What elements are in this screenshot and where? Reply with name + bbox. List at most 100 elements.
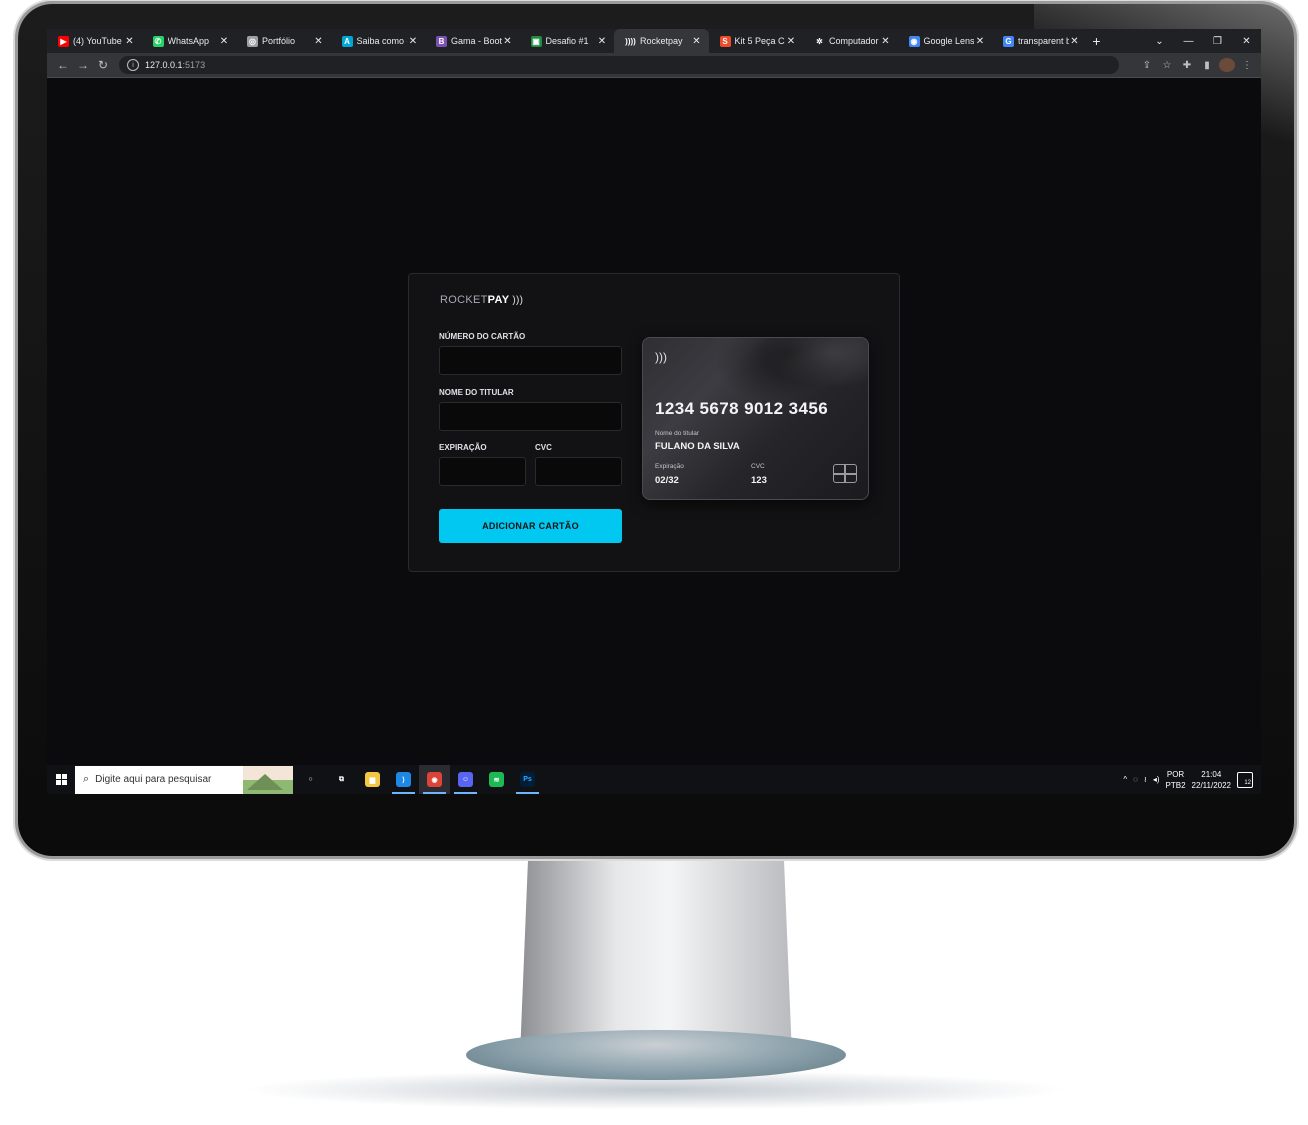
youtube-icon: ▶ [58, 35, 69, 47]
file-explorer-icon: ▆ [365, 772, 380, 787]
browser-tab[interactable]: ASaiba como cria✕ [331, 29, 426, 53]
tab-close-icon[interactable]: ✕ [124, 36, 136, 47]
bookmark-star-icon[interactable]: ☆ [1159, 60, 1175, 71]
taskbar-app-button[interactable]: ⧉ [326, 765, 357, 794]
card-cvc-value: 123 [751, 475, 767, 486]
tab-title: Kit 5 Peça Cam [734, 36, 786, 46]
tray-chevron-icon[interactable]: ^ [1123, 775, 1127, 784]
tab-title: Portfólio [262, 36, 296, 46]
minimize-button[interactable]: — [1174, 36, 1203, 47]
more-menu-icon[interactable]: ⋮ [1239, 60, 1255, 71]
tab-close-icon[interactable]: ✕ [218, 36, 230, 47]
side-panel-icon[interactable]: ▮ [1199, 60, 1215, 71]
search-highlight-image [243, 765, 293, 794]
vscode-icon: ⟩ [396, 772, 411, 787]
tab-close-icon[interactable]: ✕ [407, 36, 419, 47]
browser-tab[interactable]: )))) Rocketpay ✕ [614, 29, 709, 53]
task-view-icon: ⧉ [334, 772, 349, 787]
taskbar-app-button[interactable]: ◉ [419, 765, 450, 794]
forward-button[interactable]: → [73, 58, 93, 72]
toolbar-actions: ⇪ ☆ ✚ ▮ ⋮ [1139, 58, 1255, 72]
back-button[interactable]: ← [53, 58, 73, 72]
photoshop-icon: Ps [520, 772, 535, 787]
holder-name-input[interactable] [439, 402, 622, 431]
holder-name-label: NOME DO TITULAR [439, 388, 514, 397]
tab-title: (4) YouTube [73, 36, 122, 46]
share-icon[interactable]: ⇪ [1139, 60, 1155, 71]
volume-icon[interactable]: ◂) [1153, 775, 1160, 784]
tab-close-icon[interactable]: ✕ [313, 36, 325, 47]
chrome-icon: ◉ [427, 772, 442, 787]
profile-avatar[interactable] [1219, 58, 1235, 72]
site-info-icon[interactable]: i [127, 59, 139, 71]
card-number-display: 1234 5678 9012 3456 [655, 399, 829, 418]
windows-logo-icon [55, 774, 67, 785]
tab-close-icon[interactable]: ✕ [596, 36, 608, 47]
expiration-label: EXPIRAÇÃO [439, 443, 487, 452]
tab-title: WhatsApp [167, 36, 210, 46]
notification-count: 12 [1244, 779, 1251, 786]
taskbar-search-box[interactable]: ⌕ Digite aqui para pesquisar [75, 765, 293, 794]
network-icon[interactable]: ◌ [1133, 775, 1138, 784]
card-holder-label: Nome do titular [655, 430, 700, 437]
card-number-label: NÚMERO DO CARTÃO [439, 332, 526, 341]
tab-close-icon[interactable]: ✕ [1069, 36, 1081, 47]
browser-toolbar: ← → ↻ i 127.0.0.1:5173 ⇪ ☆ ✚ ▮ ⋮ [47, 53, 1261, 78]
taskbar-app-button[interactable]: ☺ [450, 765, 481, 794]
clock[interactable]: 21:04 22/11/2022 [1192, 769, 1231, 791]
spotify-icon: ≋ [489, 772, 504, 787]
taskbar-app-button[interactable]: ▆ [357, 765, 388, 794]
tab-close-icon[interactable]: ✕ [974, 36, 986, 47]
browser-tab[interactable]: ▶ (4) YouTube ✕ [47, 29, 142, 53]
browser-tab[interactable]: ◉ Google Lens ✕ [898, 29, 993, 53]
wifi-icon[interactable]: ≀ [1144, 775, 1147, 784]
browser-tab[interactable]: Gtransparent bac✕ [992, 29, 1087, 53]
shop-bag-icon: S [719, 35, 731, 47]
browser-tab[interactable]: SKit 5 Peça Cam✕ [709, 29, 804, 53]
card-expiration-value: 02/32 [655, 475, 679, 486]
keyboard-layout: PTB2 [1165, 780, 1186, 790]
taskbar-app-button[interactable]: ≋ [481, 765, 512, 794]
rocketpay-panel: ROCKETPAY))) NÚMERO DO CARTÃO NOME DO TI… [408, 273, 900, 572]
extensions-icon[interactable]: ✚ [1179, 60, 1195, 71]
tab-close-icon[interactable]: ✕ [691, 36, 703, 47]
start-button[interactable] [47, 765, 75, 794]
taskbar-apps: ○ ⧉ ▆ ⟩ ◉ ☺ ≋ Ps [295, 765, 543, 794]
browser-tab[interactable]: ◎ Portfólio ✕ [236, 29, 331, 53]
taskbar-app-button[interactable]: Ps [512, 765, 543, 794]
tab-search-icon[interactable]: ⌄ [1145, 36, 1174, 47]
card-chip-icon [833, 464, 857, 483]
tab-list: ▶ (4) YouTube ✕ ✆ WhatsApp ✕ ◎ Portfólio ✕ A Saiba… [47, 29, 1087, 53]
cvc-input[interactable] [535, 457, 622, 486]
browser-tab[interactable]: ✆ WhatsApp ✕ [142, 29, 237, 53]
card-cvc-label: CVC [751, 463, 765, 470]
reload-button[interactable]: ↻ [93, 58, 113, 72]
tab-title: Google Lens [923, 36, 975, 46]
browser-tab[interactable]: ▣ Desafio #1 ✕ [520, 29, 615, 53]
language-indicator[interactable]: POR PTB2 [1166, 769, 1186, 791]
monitor-stand-base [466, 1030, 846, 1080]
browser-tab[interactable]: ✲ Computador In✕ [803, 29, 898, 53]
taskbar-app-button[interactable]: ⟩ [388, 765, 419, 794]
logo-pay-text: PAY [487, 294, 510, 306]
restore-button[interactable]: ❐ [1203, 36, 1232, 47]
card-contactless-icon: ))) [655, 350, 667, 364]
tab-close-icon[interactable]: ✕ [785, 36, 797, 47]
add-card-button[interactable]: ADICIONAR CARTÃO [439, 509, 622, 543]
bootstrap-icon: B [436, 35, 447, 47]
browser-tab[interactable]: B Gama - Bootstra✕ [425, 29, 520, 53]
tab-title: Desafio #1 [545, 36, 589, 46]
expiration-input[interactable] [439, 457, 526, 486]
address-bar[interactable]: i 127.0.0.1:5173 [119, 56, 1119, 74]
tab-title: Gama - Bootstra [451, 36, 502, 46]
tab-close-icon[interactable]: ✕ [502, 36, 514, 47]
cortana-icon: ○ [303, 772, 318, 787]
card-number-input[interactable] [439, 346, 622, 375]
new-tab-button[interactable]: + [1087, 33, 1107, 49]
clock-date: 22/11/2022 [1191, 780, 1231, 790]
tab-close-icon[interactable]: ✕ [880, 36, 892, 47]
system-tray: ^ ◌ ≀ ◂) POR PTB2 21:04 22/11/2022 12 [1123, 769, 1261, 791]
taskbar-app-button[interactable]: ○ [295, 765, 326, 794]
close-window-button[interactable]: ✕ [1232, 36, 1261, 47]
notification-center-icon[interactable]: 12 [1237, 771, 1253, 788]
